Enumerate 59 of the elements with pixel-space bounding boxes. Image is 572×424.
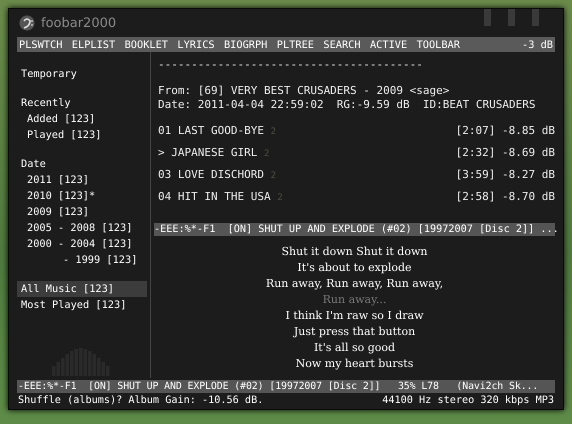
album-info: From: [69] VERY BEST CRUSADERS - 2009 <sage> xyxy=(158,84,450,98)
menu-item[interactable]: ACTIVE xyxy=(370,38,408,50)
sidebar-item[interactable]: 2010 [123]* xyxy=(17,188,147,204)
window-title: foobar2000 xyxy=(41,16,116,30)
sidebar-item[interactable]: 2011 [123] xyxy=(17,172,147,188)
lyric-line: Run away... xyxy=(322,292,388,308)
close-button[interactable] xyxy=(532,9,539,26)
lyric-line: It's about to explode xyxy=(296,260,413,276)
sidebar-item[interactable]: 2009 [123] xyxy=(17,204,147,220)
sidebar-item[interactable]: Temporary xyxy=(17,66,147,82)
separator-text: ---------------------------------------- xyxy=(158,58,424,72)
sidebar-item[interactable]: Added [123] xyxy=(17,111,147,127)
lyric-line: Run away, Run away, Run away, xyxy=(264,276,444,292)
track-length: [2:07] xyxy=(456,124,496,137)
sidebar-item[interactable]: Date xyxy=(17,156,147,172)
track-gain: -8.70 dB xyxy=(502,190,555,203)
album-date: Date: 2011-04-04 22:59:02 RG:-9.59 dB ID:BEAT CRUSADERS xyxy=(158,98,536,112)
minimize-button[interactable] xyxy=(484,9,491,26)
menu-item[interactable]: BIOGRPH xyxy=(224,38,268,50)
track-number: 01 xyxy=(158,124,172,137)
menu-item[interactable]: ELPLIST xyxy=(72,38,116,50)
status-text: Shuffle (albums)? Album Gain: -10.56 dB. xyxy=(18,394,264,408)
sidebar-item[interactable]: 2005 - 2008 [123] xyxy=(17,220,147,236)
track-number: > xyxy=(158,146,165,159)
menu-item[interactable]: PLTREE xyxy=(276,38,314,50)
lyric-line: Just press that button xyxy=(292,324,416,340)
menu-item[interactable]: BOOKLET xyxy=(124,38,168,50)
sidebar-item[interactable]: - 1999 [123] xyxy=(17,252,147,268)
sidebar-item[interactable]: Recently xyxy=(17,95,147,111)
menu-item[interactable]: SEARCH xyxy=(323,38,361,50)
lyric-line: Now my heart bursts xyxy=(294,356,414,372)
maximize-button[interactable] xyxy=(508,9,515,26)
track-title: LOVE DISCHORD xyxy=(178,168,264,181)
track-gain: -8.27 dB xyxy=(502,168,555,181)
menu-item[interactable]: TOOLBAR xyxy=(416,38,460,50)
playlist-modeline: -EEE:%*-F1 [ON] SHUT UP AND EXPLODE (#02) [19972007 [Disc 2]] ... xyxy=(154,223,555,236)
track-title: JAPANESE GIRL xyxy=(171,146,258,159)
lyric-line: Shut it down Shut it down xyxy=(280,244,428,260)
sidebar-item[interactable]: All Music [123] xyxy=(17,281,147,297)
track-length: [2:58] xyxy=(456,190,496,203)
format-info: 44100 Hz stereo 320 kbps MP3 xyxy=(382,394,554,408)
track-length: [3:59] xyxy=(456,168,496,181)
track-gain: -8.69 dB xyxy=(502,146,555,159)
volume-readout: -3 dB xyxy=(522,38,553,50)
track-length: [2:32] xyxy=(456,146,496,159)
track-gain: -8.85 dB xyxy=(502,124,555,137)
menu-item[interactable]: PLSWTCH xyxy=(19,38,62,50)
lyric-line: It's all so good xyxy=(312,340,396,356)
sidebar-item[interactable]: 2000 - 2004 [123] xyxy=(17,236,147,252)
modeline: -EEE:%*-F1 [ON] SHUT UP AND EXPLODE (#02) [19972007 [Disc 2]] 35% L78 (Navi2ch Sk... xyxy=(17,380,555,393)
track-number: 04 xyxy=(158,190,172,203)
sidebar-item[interactable]: Played [123] xyxy=(17,127,147,143)
bass-clef-icon xyxy=(19,15,35,31)
track-title: HIT IN THE USA xyxy=(178,190,271,203)
sidebar-item[interactable]: Most Played [123] xyxy=(17,297,147,313)
lyric-line: I think I'm raw so I draw xyxy=(284,308,424,324)
track-title: LAST GOOD-BYE xyxy=(178,124,264,137)
menu-item[interactable]: LYRICS xyxy=(177,38,215,50)
track-number: 03 xyxy=(158,168,172,181)
